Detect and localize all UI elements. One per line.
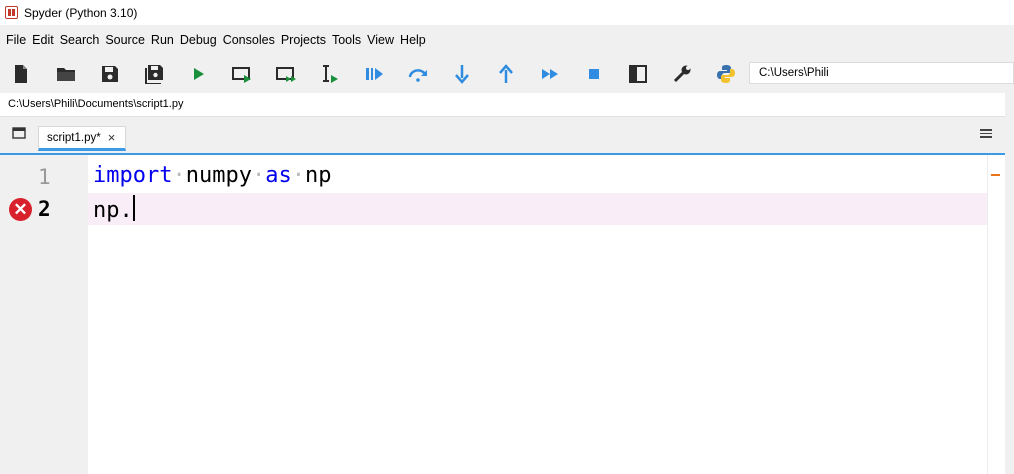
menu-run[interactable]: Run <box>148 29 177 51</box>
menu-debug[interactable]: Debug <box>177 29 220 51</box>
tab-label: script1.py* <box>47 131 101 144</box>
menu-view[interactable]: View <box>364 29 397 51</box>
keyword: as <box>265 163 292 188</box>
preferences-icon[interactable] <box>670 62 694 86</box>
python-path-icon[interactable] <box>714 62 738 86</box>
line-number: 1 <box>38 165 51 189</box>
title-bar: Spyder (Python 3.10) <box>0 0 1014 25</box>
save-icon[interactable] <box>98 62 122 86</box>
identifier: np <box>304 163 332 188</box>
open-file-icon[interactable] <box>54 62 78 86</box>
menu-bar: File Edit Search Source Run Debug Consol… <box>0 28 1014 51</box>
menu-projects[interactable]: Projects <box>278 29 329 51</box>
step-into-icon[interactable] <box>450 62 474 86</box>
browse-tabs-icon[interactable] <box>12 127 26 139</box>
maximize-pane-icon[interactable] <box>626 62 650 86</box>
vertical-scrollbar[interactable] <box>987 155 1004 474</box>
run-selection-icon[interactable] <box>318 62 342 86</box>
identifier: numpy <box>185 163 252 188</box>
code-line[interactable]: import·numpy·as·np <box>93 163 331 188</box>
debug-icon[interactable] <box>362 62 386 86</box>
code-editor[interactable]: 1 ✕ 2 import·numpy·as·np np. <box>0 153 1005 474</box>
pane-edge <box>1005 93 1014 474</box>
scrollbar-error-marker <box>991 174 1000 176</box>
code-line[interactable]: np. <box>93 195 135 223</box>
working-directory-input[interactable]: C:\Users\Phili <box>749 62 1014 84</box>
error-icon[interactable]: ✕ <box>9 198 32 221</box>
window-title: Spyder (Python 3.10) <box>24 5 138 20</box>
menu-help[interactable]: Help <box>397 29 429 51</box>
new-file-icon[interactable] <box>9 62 33 86</box>
menu-tools[interactable]: Tools <box>329 29 364 51</box>
text-cursor <box>132 195 135 221</box>
file-path-label: C:\Users\Phili\Documents\script1.py <box>0 93 1005 117</box>
spyder-logo-icon <box>5 6 18 19</box>
run-cell-icon[interactable] <box>230 62 254 86</box>
step-over-icon[interactable] <box>406 62 430 86</box>
continue-icon[interactable] <box>538 62 562 86</box>
line-number: 2 <box>38 197 51 221</box>
stop-icon[interactable] <box>582 62 606 86</box>
line-number-gutter: 1 ✕ 2 <box>0 155 88 474</box>
tab-script1[interactable]: script1.py* × <box>38 126 126 151</box>
save-all-icon[interactable] <box>142 62 166 86</box>
menu-source[interactable]: Source <box>102 29 148 51</box>
options-menu-icon[interactable] <box>980 129 992 139</box>
run-icon[interactable] <box>186 62 210 86</box>
menu-consoles[interactable]: Consoles <box>220 29 278 51</box>
keyword: import <box>93 163 173 188</box>
code-text: np. <box>93 198 133 223</box>
current-line-highlight <box>88 193 987 225</box>
step-return-icon[interactable] <box>494 62 518 86</box>
menu-file[interactable]: File <box>3 29 29 51</box>
tab-close-icon[interactable]: × <box>108 130 116 145</box>
editor-tab-bar: script1.py* × <box>0 117 1005 153</box>
run-cell-advance-icon[interactable] <box>274 62 298 86</box>
menu-edit[interactable]: Edit <box>29 29 57 51</box>
menu-search[interactable]: Search <box>57 29 103 51</box>
